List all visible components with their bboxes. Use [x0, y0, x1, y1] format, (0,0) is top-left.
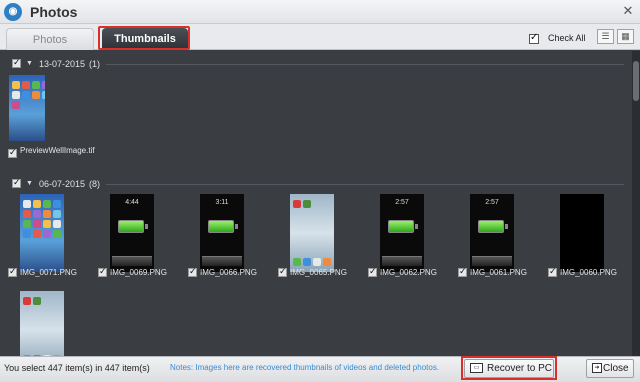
battery-icon	[118, 220, 148, 233]
close-icon[interactable]: ✕	[620, 3, 636, 19]
group-date: 06-07-2015	[39, 179, 86, 189]
notes-text: Notes: Images here are recovered thumbna…	[170, 363, 440, 372]
thumbnail-image[interactable]	[560, 194, 604, 272]
thumbnail-image[interactable]	[20, 194, 64, 272]
thumbnail-image[interactable]	[20, 291, 64, 356]
photos-window: ◉ Photos ✕ Photos Thumbnails Check All ☰…	[0, 0, 640, 382]
lock-time: 3:11	[215, 199, 229, 206]
battery-icon	[208, 220, 238, 233]
file-name: IMG_0066.PNG	[200, 268, 257, 277]
file-name: IMG_0061.PNG	[470, 268, 527, 277]
item-checkbox[interactable]	[368, 266, 377, 277]
selection-status: You select 447 item(s) in 447 item(s)	[4, 363, 150, 373]
thumbnail-image[interactable]: 3:11	[200, 194, 244, 272]
thumbnail-panel: ▼ 13-07-2015 (1) PreviewWellImage.tif ▼ …	[0, 51, 632, 356]
thumbnail-image[interactable]: 2:57	[470, 194, 514, 272]
file-name: IMG_0060.PNG	[560, 268, 617, 277]
window-title: Photos	[30, 4, 78, 20]
item-checkbox[interactable]	[8, 266, 17, 277]
recover-to-pc-button[interactable]: ▭ Recover to PC	[464, 359, 554, 378]
group-count: (8)	[89, 179, 100, 189]
lock-time: 2:57	[485, 199, 499, 206]
tab-strip: Photos Thumbnails	[0, 24, 640, 50]
item-checkbox[interactable]	[548, 266, 557, 277]
thumbnail-image[interactable]: 4:44	[110, 194, 154, 272]
list-view-icon[interactable]: ☰	[597, 29, 614, 44]
computer-icon: ▭	[470, 363, 483, 373]
file-name: PreviewWellImage.tif	[20, 146, 95, 155]
thumbnail-image[interactable]: 2:57	[380, 194, 424, 272]
app-logo-icon: ◉	[4, 3, 22, 21]
collapse-arrow-icon[interactable]: ▼	[26, 60, 33, 67]
calendar-view-icon[interactable]: ▦	[617, 29, 634, 44]
close-button[interactable]: ➜ Close	[586, 359, 634, 378]
check-all-checkbox[interactable]	[529, 32, 539, 44]
tab-thumbnails[interactable]: Thumbnails	[102, 28, 188, 50]
check-all-label: Check All	[548, 33, 586, 43]
group-date: 13-07-2015	[39, 59, 86, 69]
vertical-scrollbar[interactable]	[632, 51, 640, 356]
lock-time: 2:57	[395, 199, 409, 206]
item-checkbox[interactable]	[8, 147, 17, 158]
thumbnail-image[interactable]	[290, 194, 334, 272]
item-checkbox[interactable]	[278, 266, 287, 277]
battery-icon	[388, 220, 418, 233]
lock-time: 4:44	[125, 199, 139, 206]
recover-label: Recover to PC	[487, 363, 553, 374]
file-name: IMG_0071.PNG	[20, 268, 77, 277]
file-name: IMG_0062.PNG	[380, 268, 437, 277]
scrollbar-thumb[interactable]	[633, 61, 639, 101]
item-checkbox[interactable]	[458, 266, 467, 277]
tab-photos[interactable]: Photos	[6, 28, 94, 50]
item-checkbox[interactable]	[98, 266, 107, 277]
group-divider	[106, 184, 624, 185]
group-divider	[106, 64, 624, 65]
file-name: IMG_0069.PNG	[110, 268, 167, 277]
group-count: (1)	[89, 59, 100, 69]
collapse-arrow-icon[interactable]: ▼	[26, 180, 33, 187]
group-checkbox[interactable]	[12, 177, 21, 188]
thumbnail-image[interactable]	[9, 75, 45, 141]
close-label: Close	[603, 363, 629, 374]
exit-icon: ➜	[592, 363, 602, 373]
battery-icon	[478, 220, 508, 233]
title-bar: ◉ Photos ✕	[0, 0, 640, 24]
file-name: IMG_0065.PNG	[290, 268, 347, 277]
item-checkbox[interactable]	[188, 266, 197, 277]
group-checkbox[interactable]	[12, 57, 21, 68]
